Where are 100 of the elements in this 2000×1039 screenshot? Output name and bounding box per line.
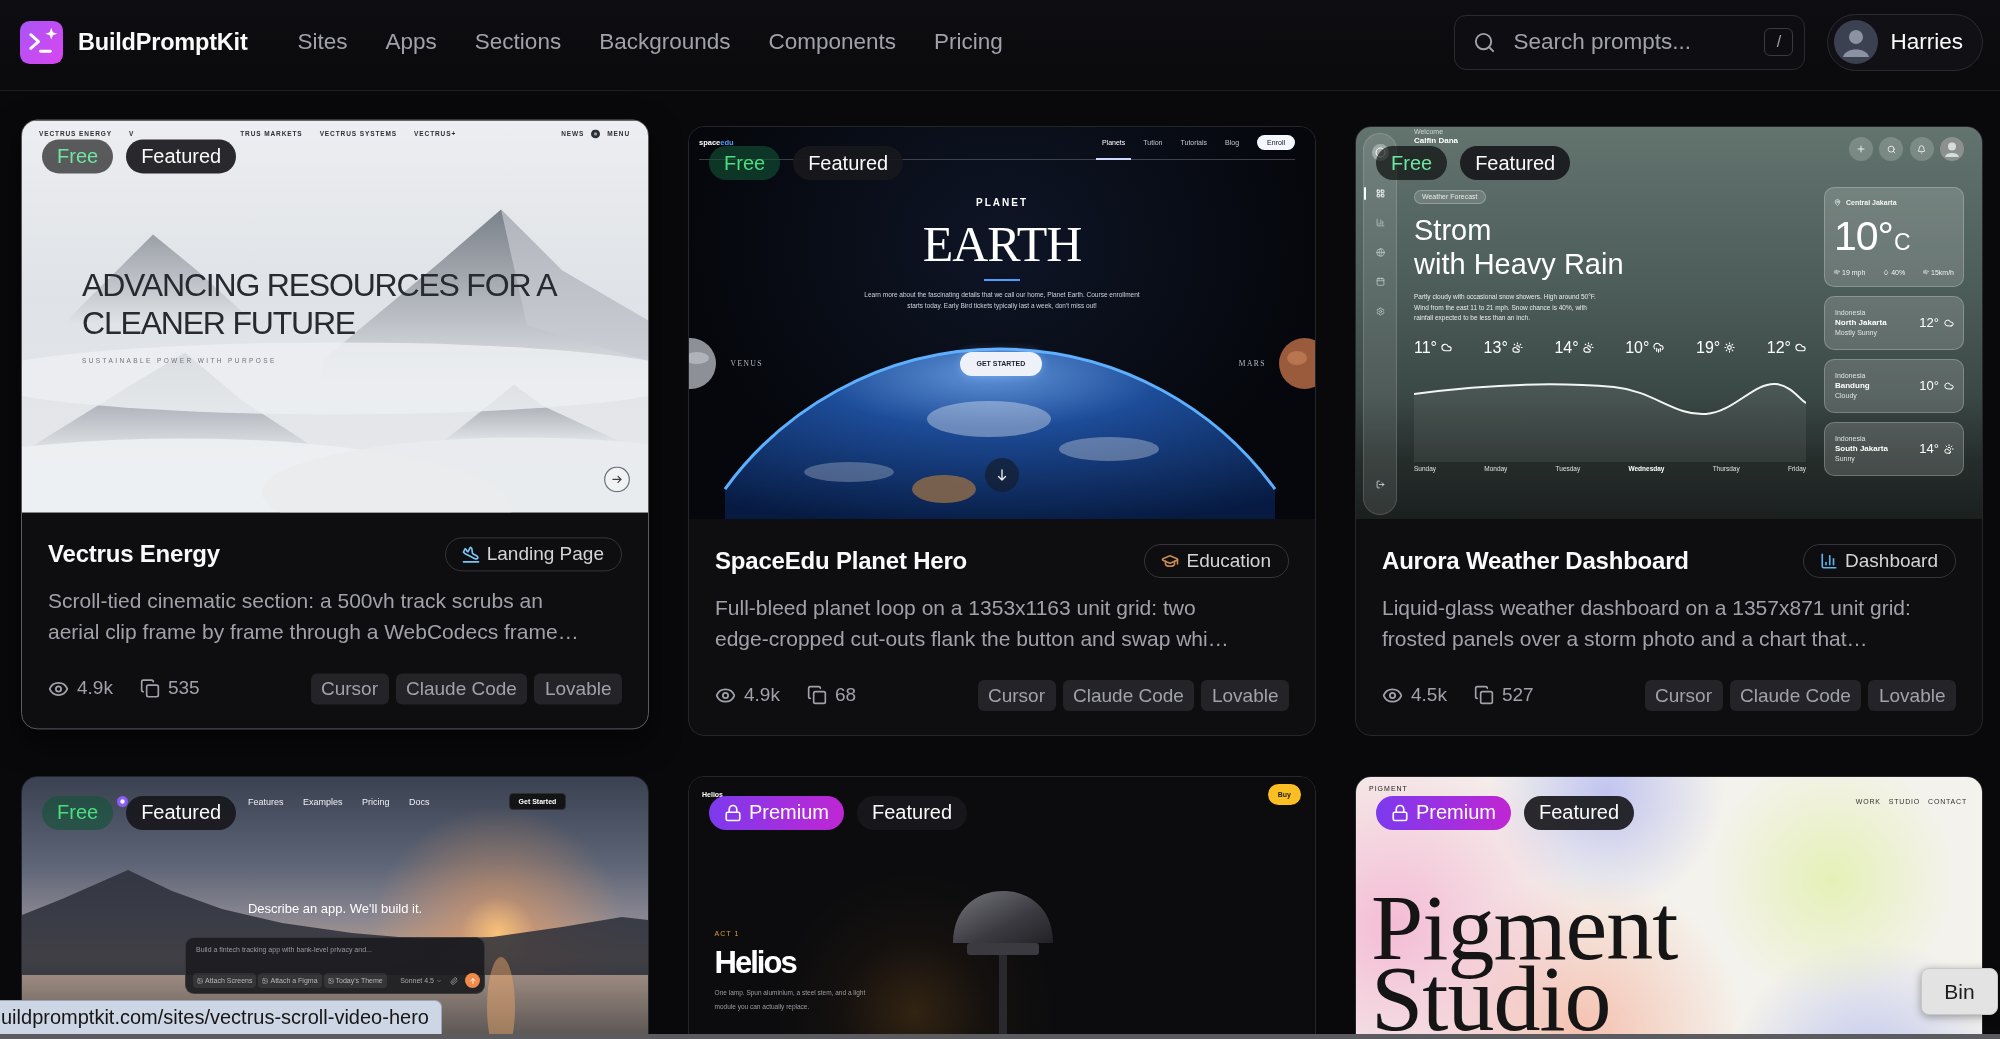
map-pin-icon	[1834, 198, 1841, 206]
droplet-icon	[1883, 269, 1890, 276]
nav-link[interactable]: Sections	[474, 29, 562, 55]
copy-count: 527	[1501, 684, 1534, 707]
category-label: Dashboard	[1845, 550, 1938, 572]
category-label: Education	[1186, 550, 1271, 572]
paperclip-icon	[450, 976, 458, 985]
hero-headline: ADVANCING RESOURCES FOR A CLEANER FUTURE	[82, 266, 557, 343]
hero-eyebrow: PLANET	[975, 197, 1029, 209]
cloud-sun-icon	[1944, 443, 1954, 454]
copy-count: 68	[834, 684, 857, 707]
bar-chart-icon	[1820, 552, 1839, 570]
shortcut-key: /	[1764, 27, 1794, 56]
hero-title: EARTH	[921, 219, 1083, 269]
temperature: 19°	[1696, 338, 1721, 357]
nav-link[interactable]: Pricing	[934, 29, 1003, 55]
tool-tag: Cursor	[977, 679, 1056, 711]
nav-label: Pricing	[362, 796, 390, 807]
search-icon	[1879, 137, 1903, 161]
tool-tag: Cursor	[310, 673, 389, 705]
card-title[interactable]: Aurora Weather Dashboard	[1382, 547, 1689, 575]
status-url: uildpromptkit.com/sites/vectrus-scroll-video-hero	[0, 1000, 442, 1034]
nav-label: Examples	[303, 796, 343, 807]
logo-icon	[1371, 144, 1389, 161]
chevron-down-icon	[436, 977, 442, 984]
wind-icon	[1923, 269, 1930, 276]
wind-icon	[1834, 269, 1840, 276]
view-count: 4.9k	[77, 677, 113, 700]
brand-name[interactable]: BuildPromptKit	[78, 28, 248, 56]
arrow-right-icon	[604, 466, 630, 493]
cloud-icon	[1441, 342, 1452, 354]
lock-icon	[724, 803, 742, 822]
planet-drawing	[1279, 338, 1315, 390]
plus-icon	[1848, 137, 1873, 161]
hero-headline: Describe an app. We'll build it.	[247, 901, 423, 918]
category-label: Landing Page	[486, 543, 604, 566]
city-name: South Jakarta	[1835, 443, 1888, 455]
nav-link[interactable]: Backgrounds	[599, 29, 731, 55]
view-count: 4.5k	[1411, 684, 1447, 707]
plane-icon	[461, 545, 480, 564]
hero-title: Pigment Studio	[1371, 891, 1678, 1034]
logo-icon	[20, 20, 63, 64]
card-title[interactable]: Vectrus Energy	[48, 540, 220, 569]
cloud-icon	[1944, 380, 1954, 391]
nav-link[interactable]: Sites	[297, 29, 348, 55]
nav-label: Docs	[409, 796, 430, 807]
tool-tag: Claude Code	[1062, 679, 1195, 711]
copy-icon	[1473, 685, 1494, 706]
graduation-cap-icon	[1161, 552, 1180, 570]
cloud-sun-icon	[1582, 342, 1594, 354]
avatar-icon	[1940, 137, 1964, 161]
logo-icon	[117, 796, 128, 808]
temperature: 10°	[1919, 378, 1939, 394]
cloud-icon	[1944, 317, 1954, 328]
copy-count: 535	[167, 677, 200, 700]
featured-badge: Featured	[793, 146, 904, 180]
nav-link[interactable]: Components	[768, 29, 897, 55]
card-description: Liquid-glass weather dashboard on a 1357x871 unit grid: frosted panels over a storm photo and a chart that…	[1382, 595, 1912, 653]
logout-icon	[1375, 480, 1385, 489]
badge-label: Premium	[749, 801, 829, 825]
featured-badge: Featured	[857, 795, 968, 830]
temperature: 10°	[1834, 213, 1893, 258]
dot-icon	[591, 129, 601, 139]
tooltip: Bin	[1921, 968, 1998, 1015]
city-name: North Jakarta	[1835, 317, 1887, 329]
city-name: Bandung	[1835, 380, 1870, 392]
search-icon	[1473, 30, 1497, 54]
bell-icon	[1909, 137, 1934, 161]
temperature: 10°	[1625, 338, 1650, 357]
rain-cloud-icon	[1653, 342, 1665, 354]
tool-tag: Claude Code	[395, 673, 528, 705]
copy-icon	[806, 685, 827, 706]
view-count: 4.9k	[744, 684, 780, 707]
temperature: 14°	[1554, 338, 1579, 357]
sun-icon	[1724, 342, 1736, 354]
tool-tag: Lovable	[1201, 679, 1289, 711]
tool-tag: Claude Code	[1729, 679, 1862, 711]
card-description: Full-bleed planet loop on a 1353x1163 unit grid: two edge-cropped cut-outs flank the button and swap whi…	[715, 595, 1230, 653]
temperature: 12°	[1766, 338, 1791, 357]
card-title[interactable]: SpaceEdu Planet Hero	[715, 547, 968, 575]
featured-badge: Featured	[1524, 795, 1635, 830]
image-icon	[327, 977, 334, 984]
arrow-down-icon	[985, 457, 1019, 492]
temperature-unit: C	[1894, 228, 1911, 256]
featured-badge: Featured	[1460, 146, 1571, 180]
tool-tag: Lovable	[534, 673, 622, 705]
temperature: 12°	[1919, 315, 1939, 331]
nav-link[interactable]: Apps	[385, 29, 437, 55]
tool-tag: Lovable	[1868, 679, 1956, 711]
user-name: Calfin Dana	[1414, 136, 1458, 146]
temperature: 11°	[1414, 338, 1437, 357]
user-menu-button[interactable]: Harries	[1827, 13, 1983, 71]
lock-icon	[1391, 803, 1409, 822]
featured-badge: Featured	[126, 139, 237, 174]
featured-badge: Featured	[126, 795, 237, 830]
image-icon	[262, 977, 269, 984]
nav-label: Features	[248, 796, 284, 807]
tool-tag: Cursor	[1644, 679, 1723, 711]
card-description: Scroll-tied cinematic section: a 500vh track scrubs an aerial clip frame by frame through a WebCodecs frame…	[48, 588, 580, 646]
send-icon	[465, 973, 480, 989]
